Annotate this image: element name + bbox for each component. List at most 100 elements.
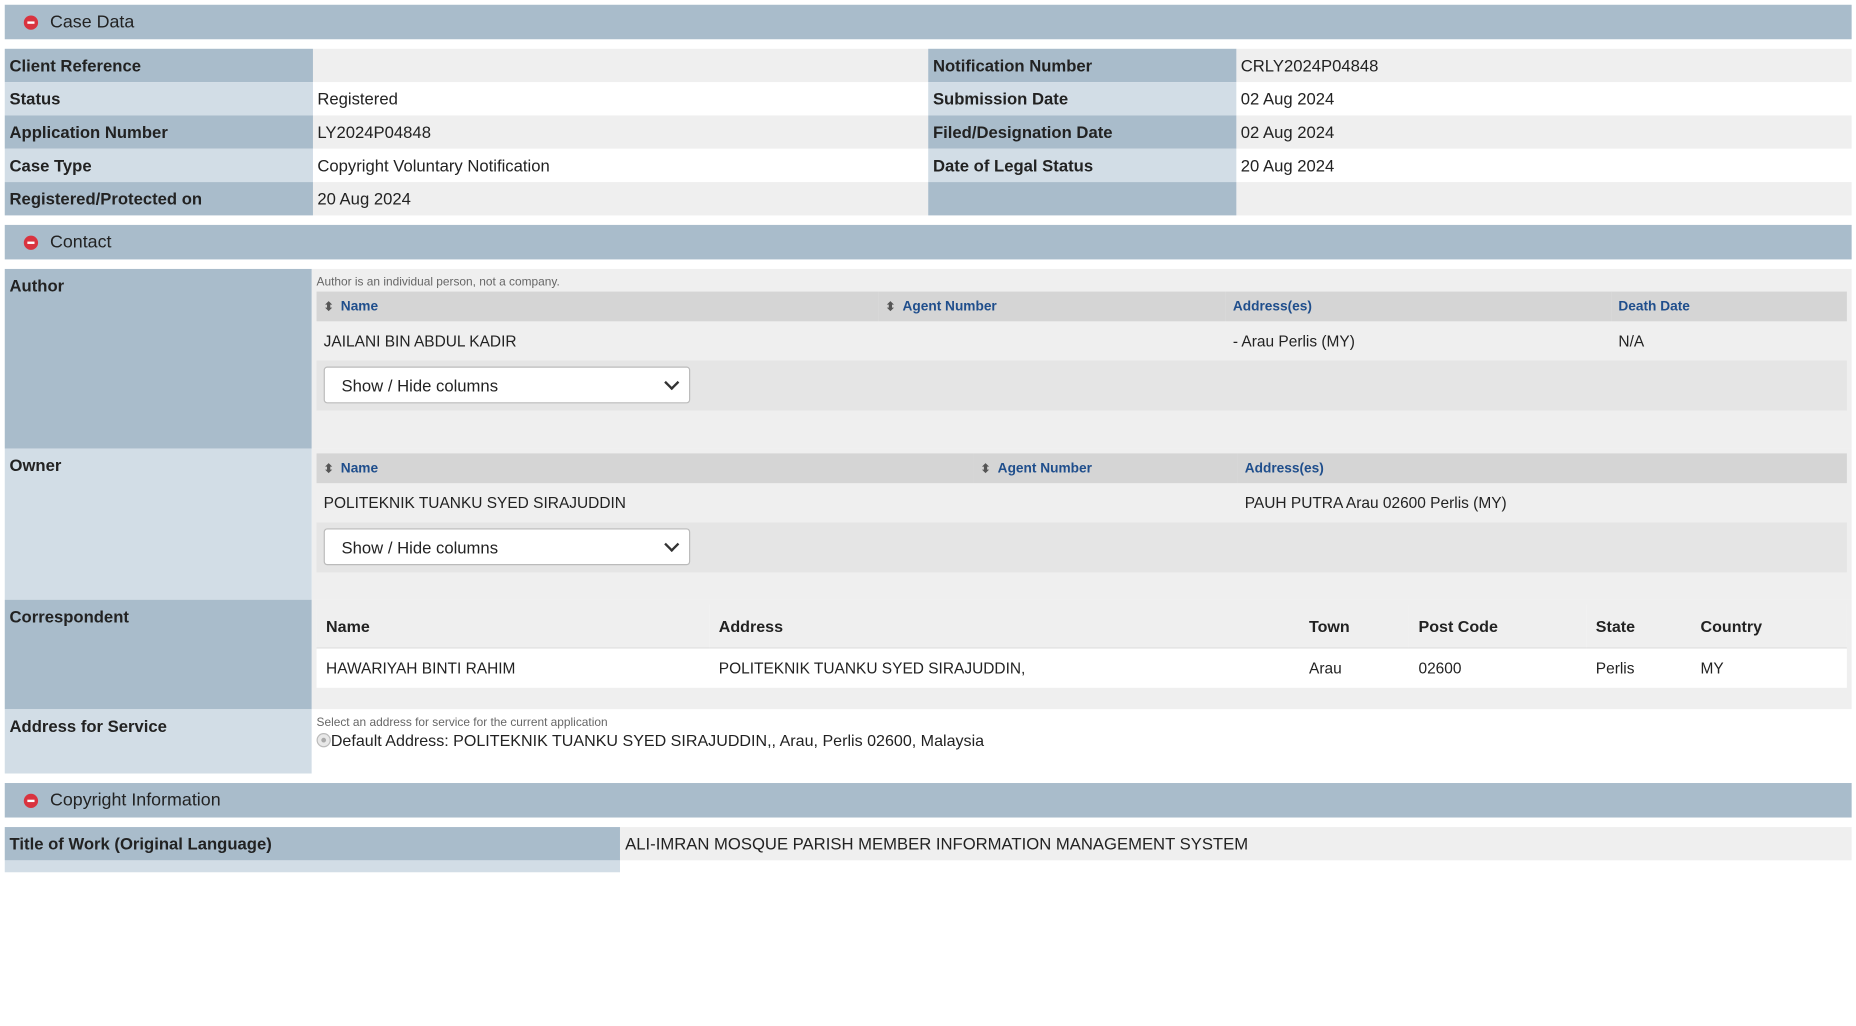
- author-agent-number: [878, 321, 1225, 360]
- sort-icon[interactable]: ⬍: [324, 462, 334, 475]
- owner-body: ⬍ Name ⬍ Agent Number Address(es) POLITEKN…: [311, 448, 1852, 600]
- section-title: Copyright Information: [49, 790, 221, 811]
- correspondent-row: Correspondent Name Address Town Post Cod…: [4, 599, 1852, 710]
- owner-label: Owner: [4, 448, 312, 600]
- sort-icon[interactable]: ⬍: [981, 462, 991, 475]
- case-data-table: Client Reference Notification Number CRL…: [4, 48, 1852, 216]
- column-header-town: Town: [1299, 604, 1409, 648]
- column-header-country: Country: [1690, 604, 1847, 648]
- field-value: Copyright Voluntary Notification: [312, 148, 929, 183]
- page: Case Data Client Reference Notification …: [0, 0, 1856, 887]
- service-option[interactable]: Default Address: POLITEKNIK TUANKU SYED …: [316, 732, 1847, 757]
- column-header-addresses[interactable]: Address(es): [1237, 453, 1847, 484]
- author-columns-row: Show / Hide columns: [316, 360, 1847, 411]
- table-row: POLITEKNIK TUANKU SYED SIRAJUDDIN PAUH P…: [317, 483, 1847, 522]
- owner-agent-number: [973, 483, 1237, 522]
- case-data-row: Case Type Copyright Voluntary Notificati…: [4, 148, 1852, 183]
- chevron-down-icon: [664, 536, 680, 552]
- correspondent-town: Arau: [1299, 647, 1409, 688]
- field-label: Case Type: [4, 148, 313, 183]
- column-header-addresses[interactable]: Address(es): [1225, 291, 1612, 322]
- column-header-state: State: [1586, 604, 1691, 648]
- column-header-agent-number[interactable]: ⬍ Agent Number: [878, 291, 1226, 322]
- show-hide-columns-select[interactable]: Show / Hide columns: [323, 528, 691, 566]
- column-header-agent-number[interactable]: ⬍ Agent Number: [973, 453, 1238, 484]
- field-value: Registered: [312, 82, 929, 116]
- correspondent-body: Name Address Town Post Code State Countr…: [311, 599, 1852, 710]
- author-label: Author: [4, 268, 312, 449]
- field-label: [928, 182, 1236, 216]
- title-of-work-label: Title of Work (Original Language): [4, 827, 621, 861]
- author-note: Author is an individual person, not a co…: [316, 276, 560, 290]
- author-table: ⬍ Name ⬍ Agent Number Address(es) Death Da…: [316, 291, 1847, 361]
- owner-table: ⬍ Name ⬍ Agent Number Address(es) POLITEKN…: [316, 453, 1847, 522]
- field-label: Notification Number: [928, 48, 1236, 83]
- field-value: 20 Aug 2024: [312, 182, 929, 216]
- column-header-name: Name: [316, 604, 710, 648]
- field-value: CRLY2024P04848: [1235, 48, 1852, 83]
- field-value: 02 Aug 2024: [1235, 82, 1852, 116]
- field-label: Date of Legal Status: [928, 148, 1236, 183]
- table-row: JAILANI BIN ABDUL KADIR - Arau Perlis (M…: [317, 321, 1847, 360]
- section-title: Contact: [49, 232, 112, 253]
- case-data-row: Application Number LY2024P04848 Filed/De…: [4, 115, 1852, 149]
- correspondent-label: Correspondent: [4, 599, 312, 710]
- correspondent-name: HAWARIYAH BINTI RAHIM: [316, 647, 710, 688]
- address-for-service-body: Select an address for service for the cu…: [311, 709, 1852, 774]
- column-header-address: Address: [709, 604, 1300, 648]
- section-header-case-data[interactable]: Case Data: [4, 4, 1852, 40]
- owner-columns-row: Show / Hide columns: [316, 522, 1847, 573]
- radio-button[interactable]: [316, 733, 331, 748]
- column-header-post-code: Post Code: [1408, 604, 1587, 648]
- author-row: Author Author is an individual person, n…: [4, 268, 1852, 449]
- author-name: JAILANI BIN ABDUL KADIR: [323, 332, 517, 350]
- correspondent-table: Name Address Town Post Code State Countr…: [316, 604, 1847, 688]
- field-label: Filed/Designation Date: [928, 115, 1236, 149]
- field-value: LY2024P04848: [312, 115, 929, 149]
- owner-name: POLITEKNIK TUANKU SYED SIRAJUDDIN: [323, 493, 626, 512]
- address-for-service-row: Address for Service Select an address fo…: [4, 709, 1852, 774]
- field-value: 20 Aug 2024: [1235, 148, 1852, 183]
- address-for-service-label: Address for Service: [4, 709, 312, 774]
- owner-row: Owner ⬍ Name ⬍ Agent Number Address(es) PO…: [4, 448, 1852, 600]
- correspondent-address: POLITEKNIK TUANKU SYED SIRAJUDDIN,: [709, 647, 1300, 688]
- section-header-copyright-information[interactable]: Copyright Information: [4, 783, 1852, 818]
- sort-icon[interactable]: ⬍: [885, 300, 895, 313]
- copyright-row: [4, 860, 1852, 873]
- owner-address: PAUH PUTRA Arau 02600 Perlis (MY): [1244, 493, 1507, 512]
- field-label: Submission Date: [928, 82, 1236, 116]
- column-header-name[interactable]: ⬍ Name: [316, 453, 974, 484]
- correspondent-state: Perlis: [1586, 647, 1691, 688]
- field-label: Client Reference: [4, 48, 313, 83]
- chevron-down-icon: [664, 375, 680, 391]
- service-note: Select an address for service for the cu…: [316, 716, 608, 730]
- title-of-work-value: ALI-IMRAN MOSQUE PARISH MEMBER INFORMATI…: [620, 827, 1852, 861]
- field-value: [1235, 182, 1852, 216]
- correspondent-post-code: 02600: [1408, 647, 1587, 688]
- copyright-row: Title of Work (Original Language) ALI-IM…: [4, 827, 1852, 861]
- author-death-date: N/A: [1618, 332, 1645, 350]
- sort-icon[interactable]: ⬍: [324, 300, 334, 313]
- field-label: [4, 860, 621, 873]
- author-address: - Arau Perlis (MY): [1232, 332, 1355, 350]
- section-title: Case Data: [49, 11, 135, 33]
- column-header-death-date[interactable]: Death Date: [1611, 291, 1847, 322]
- field-label: Registered/Protected on: [4, 182, 313, 216]
- field-value: [312, 48, 929, 83]
- copyright-table: Title of Work (Original Language) ALI-IM…: [4, 827, 1852, 873]
- field-label: Application Number: [4, 115, 313, 149]
- field-value: [620, 860, 1852, 873]
- column-header-name[interactable]: ⬍ Name: [316, 291, 879, 322]
- correspondent-country: MY: [1690, 647, 1847, 688]
- minus-circle-icon[interactable]: [23, 14, 39, 30]
- minus-circle-icon[interactable]: [23, 235, 39, 250]
- table-row: HAWARIYAH BINTI RAHIM POLITEKNIK TUANKU …: [316, 647, 1847, 688]
- case-data-row: Registered/Protected on 20 Aug 2024: [4, 182, 1852, 216]
- case-data-row: Status Registered Submission Date 02 Aug…: [4, 82, 1852, 116]
- author-body: Author is an individual person, not a co…: [311, 268, 1852, 449]
- section-header-contact[interactable]: Contact: [4, 224, 1852, 260]
- minus-circle-icon[interactable]: [23, 793, 39, 808]
- show-hide-columns-select[interactable]: Show / Hide columns: [323, 366, 691, 404]
- field-value: 02 Aug 2024: [1235, 115, 1852, 149]
- contact-table: Author Author is an individual person, n…: [4, 268, 1852, 774]
